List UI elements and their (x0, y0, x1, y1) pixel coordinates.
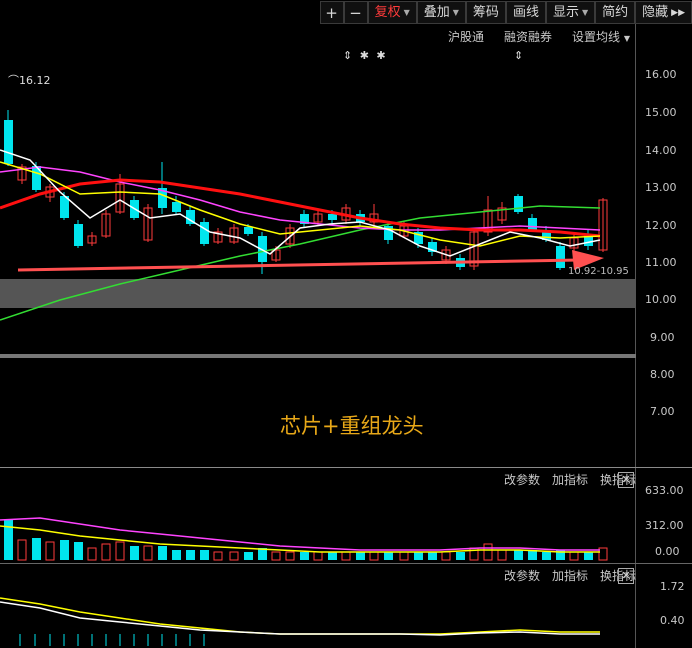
volume-chart[interactable] (0, 490, 636, 570)
trend-arrow (17, 258, 581, 272)
y-tick: 8.00 (650, 368, 675, 381)
jianyue-button[interactable]: 简约 (595, 1, 636, 24)
y-tick: 13.00 (645, 181, 677, 194)
add-indicator-link[interactable]: 加指标 (552, 567, 588, 584)
double-arrow-right-icon: ▶▶ (671, 7, 685, 18)
chart-baseline-bar (0, 354, 636, 358)
panel-divider (0, 563, 692, 564)
y-tick: 312.00 (645, 519, 684, 532)
chouma-button[interactable]: 筹码 (465, 1, 506, 24)
indicator-chart[interactable] (0, 588, 636, 648)
yincang-button[interactable]: 隐藏 ▶▶ (635, 1, 692, 24)
high-price-value: 16.12 (19, 74, 51, 87)
y-tick: 10.00 (645, 293, 677, 306)
zoom-out-button[interactable]: − (343, 1, 368, 24)
indicator-bars (19, 634, 205, 646)
zoom-in-button[interactable]: + (319, 1, 344, 24)
y-tick: 16.00 (645, 68, 677, 81)
y-tick: 14.00 (645, 144, 677, 157)
diejia-label: 叠加 (423, 4, 450, 20)
fuquan-label: 复权 (374, 4, 401, 20)
close-icon[interactable]: ✕ (618, 472, 634, 488)
low-range-label: 10.92-10.95 (568, 266, 629, 277)
y-tick: 0.00 (655, 545, 680, 558)
yincang-label: 隐藏 (642, 4, 669, 20)
chart-toolbar: + − 复权 ▼ 叠加 ▼ 筹码 画线 显示 ▼ 简约 隐藏 ▶▶ (319, 0, 692, 24)
y-tick: 9.00 (650, 331, 675, 344)
indicator-yellow-line (0, 597, 600, 635)
huaxian-button[interactable]: 画线 (505, 1, 546, 24)
candlestick-chart[interactable] (0, 24, 636, 464)
high-price-label: ⌒16.12 (8, 74, 51, 87)
annotation-caption: 芯片+重组龙头 (280, 414, 424, 438)
y-tick: 7.00 (650, 405, 675, 418)
y-tick: 633.00 (645, 484, 684, 497)
volume-panel-controls: 改参数 加指标 换指标 (504, 471, 636, 488)
xianshi-dropdown[interactable]: 显示 ▼ (545, 1, 596, 24)
indicator-panel-controls: 改参数 加指标 换指标 (504, 567, 636, 584)
add-indicator-link[interactable]: 加指标 (552, 471, 588, 488)
chevron-down-icon: ▼ (581, 7, 589, 17)
candles (4, 110, 608, 274)
diejia-dropdown[interactable]: 叠加 ▼ (416, 1, 466, 24)
y-tick: 1.72 (660, 580, 685, 593)
chevron-down-icon: ▼ (452, 7, 459, 17)
close-icon[interactable]: ✕ (618, 568, 634, 584)
support-zone (0, 279, 636, 308)
chevron-down-icon: ▼ (403, 7, 410, 17)
y-tick: 0.40 (660, 614, 685, 627)
change-params-link[interactable]: 改参数 (504, 567, 540, 584)
y-tick: 15.00 (645, 106, 677, 119)
y-tick: 12.00 (645, 219, 677, 232)
ma5-line (0, 149, 601, 257)
panel-divider (0, 467, 692, 468)
fuquan-dropdown[interactable]: 复权 ▼ (367, 1, 417, 24)
y-tick: 11.00 (645, 256, 677, 269)
xianshi-label: 显示 (552, 4, 579, 20)
change-params-link[interactable]: 改参数 (504, 471, 540, 488)
volume-ma-magenta (0, 517, 600, 551)
